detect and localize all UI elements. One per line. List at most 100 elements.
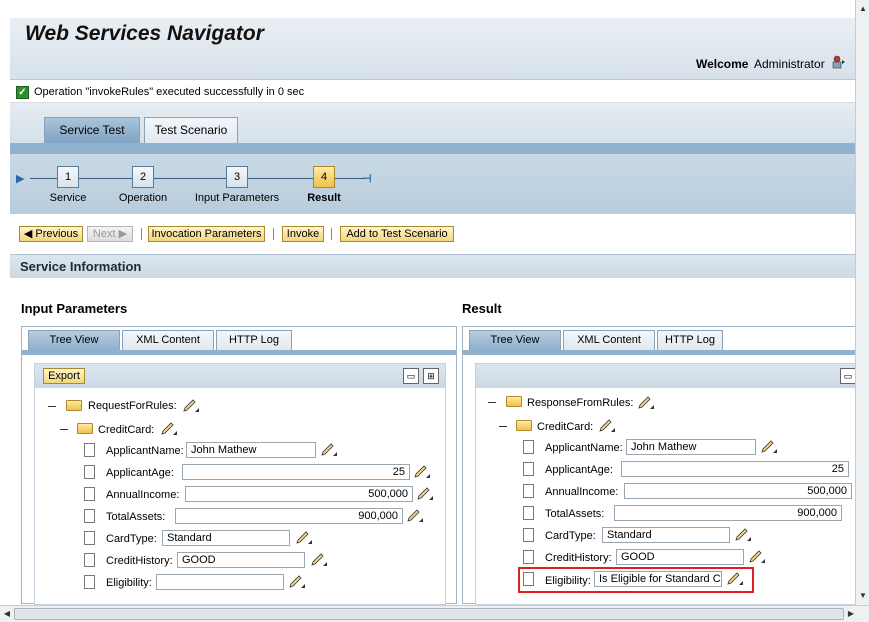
document-icon [523,506,534,520]
success-check-icon: ✓ [16,86,29,99]
result-credit-history-field[interactable]: GOOD [616,549,744,565]
folder-icon [77,423,93,434]
export-button[interactable]: Export [43,368,85,384]
document-icon [84,531,95,545]
document-icon [523,550,534,564]
result-card-type-field[interactable]: Standard [602,527,730,543]
roadmap-label-2: Operation [118,192,168,204]
horizontal-scroll-thumb[interactable] [14,608,844,620]
edit-pencil-icon[interactable] [413,465,431,479]
result-annual-income-field[interactable]: 500,000 [624,483,852,499]
scroll-left-icon[interactable]: ◀ [0,607,14,621]
edit-pencil-icon[interactable] [288,575,306,589]
add-to-test-scenario-button[interactable]: Add to Test Scenario [340,226,454,242]
document-icon [523,462,534,476]
input-tree-toolbar: Export ▭ ⊞ [35,364,445,388]
edit-pencil-icon[interactable] [726,572,744,586]
field-label: TotalAssets: [545,508,605,520]
next-label: Next [92,228,116,240]
app-title: Web Services Navigator [25,22,264,45]
tab-test-scenario[interactable]: Test Scenario [144,117,238,143]
roadmap-step-2[interactable]: 2 [132,166,154,188]
expand-all-icon[interactable]: ⊞ [423,368,439,384]
browser-window: Web Services Navigator Welcome Administr… [0,0,855,605]
field-label: ApplicantName: [545,442,623,454]
roadmap-step-3[interactable]: 3 [226,166,248,188]
logout-icon[interactable] [832,55,846,69]
result-tab-tree-view[interactable]: Tree View [469,330,561,350]
edit-pencil-icon[interactable] [416,487,434,501]
app-header: Web Services Navigator Welcome Administr… [10,18,855,80]
input-tab-tree-view[interactable]: Tree View [28,330,120,350]
toolbar-separator [331,228,332,240]
edit-pencil-icon[interactable] [760,440,778,454]
collapse-toggle-icon[interactable] [48,406,56,407]
invoke-button[interactable]: Invoke [282,226,324,242]
tab-service-test[interactable]: Service Test [44,117,140,143]
wizard-toolbar: ◀ Previous Next ▶ Invocation Parameters … [10,220,855,246]
edit-pencil-icon[interactable] [598,419,616,433]
collapse-toggle-icon[interactable] [60,429,68,430]
total-assets-field[interactable]: 900,000 [175,508,403,524]
result-tab-http-log[interactable]: HTTP Log [657,330,723,350]
annual-income-field[interactable]: 500,000 [185,486,413,502]
toolbar-separator [273,228,274,240]
edit-pencil-icon[interactable] [320,443,338,457]
applicant-name-field[interactable]: John Mathew [186,442,316,458]
field-label: AnnualIncome: [106,489,180,501]
edit-pencil-icon[interactable] [182,399,200,413]
result-eligibility-field[interactable]: Is Eligible for Standard Cre [594,571,722,587]
field-label: TotalAssets: [106,511,166,523]
document-icon [523,440,534,454]
edit-pencil-icon[interactable] [734,528,752,542]
edit-pencil-icon[interactable] [637,396,655,410]
roadmap-label-3: Input Parameters [194,192,280,204]
document-icon [84,575,95,589]
vertical-scrollbar[interactable]: ▲ ▼ [855,0,869,605]
collapse-all-icon[interactable]: ▭ [403,368,419,384]
scroll-down-icon[interactable]: ▼ [857,589,869,603]
input-parameters-title: Input Parameters [21,301,128,316]
roadmap-start-icon: ▶ [16,173,25,185]
field-label: ApplicantName: [106,445,184,457]
document-icon [84,487,95,501]
result-applicant-age-field[interactable]: 25 [621,461,849,477]
invocation-parameters-button[interactable]: Invocation Parameters [148,226,265,242]
result-tab-underline [463,350,855,355]
credit-history-field[interactable]: GOOD [177,552,305,568]
horizontal-scrollbar[interactable]: ◀ ▶ [0,605,869,622]
edit-pencil-icon[interactable] [406,509,424,523]
edit-pencil-icon[interactable] [310,553,328,567]
field-label: ApplicantAge: [545,464,613,476]
result-total-assets-field[interactable]: 900,000 [614,505,842,521]
eligibility-field[interactable] [156,574,284,590]
welcome-label: Welcome [696,57,749,71]
previous-button[interactable]: ◀ Previous [19,226,83,242]
input-tab-xml-content[interactable]: XML Content [122,330,214,350]
document-icon [84,443,95,457]
edit-pencil-icon[interactable] [295,531,313,545]
tab-underline [10,143,855,154]
edit-pencil-icon[interactable] [748,550,766,564]
next-button[interactable]: Next ▶ [87,226,133,242]
edit-pencil-icon[interactable] [160,422,178,436]
collapse-toggle-icon[interactable] [488,402,496,403]
folder-icon [516,420,532,431]
result-tab-xml-content[interactable]: XML Content [563,330,655,350]
roadmap-step-4[interactable]: 4 [313,166,335,188]
applicant-age-field[interactable]: 25 [182,464,410,480]
input-tab-http-log[interactable]: HTTP Log [216,330,292,350]
roadmap-step-1[interactable]: 1 [57,166,79,188]
field-label: ApplicantAge: [106,467,174,479]
user-name: Administrator [754,57,825,71]
scroll-right-icon[interactable]: ▶ [844,607,858,621]
collapse-toggle-icon[interactable] [499,426,507,427]
field-label: Eligibility: [545,575,591,587]
collapse-all-icon[interactable]: ▭ [840,368,855,384]
document-icon [84,509,95,523]
result-applicant-name-field[interactable]: John Mathew [626,439,756,455]
field-label: CreditHistory: [545,552,612,564]
card-type-field[interactable]: Standard [162,530,290,546]
folder-icon [66,400,82,411]
scroll-up-icon[interactable]: ▲ [857,2,869,16]
